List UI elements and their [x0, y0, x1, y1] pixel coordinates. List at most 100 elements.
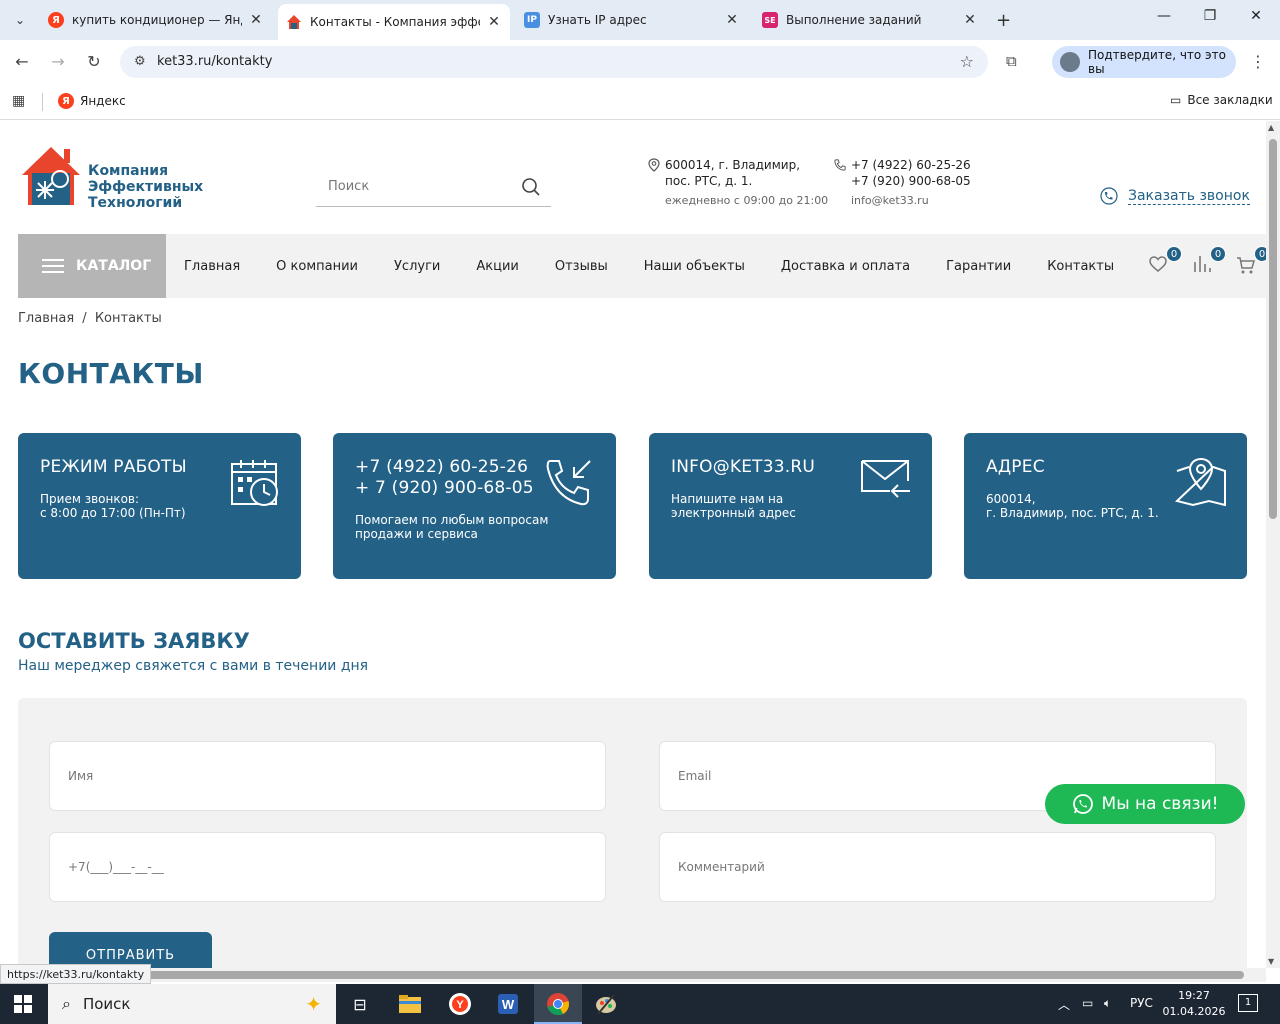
tab-title: Выполнение заданий [786, 13, 922, 27]
forward-arrow-icon[interactable]: → [48, 52, 68, 72]
windows-start-icon[interactable] [14, 995, 32, 1013]
paint-app-icon[interactable] [592, 990, 620, 1018]
bookmark-yandex[interactable]: Я Яндекс [58, 93, 126, 109]
compare-button[interactable]: 0 [1192, 246, 1226, 276]
map-location-icon [1175, 457, 1226, 507]
comment-field-wrap [659, 832, 1216, 902]
search-icon[interactable] [521, 177, 541, 197]
notification-center-icon[interactable]: 1 [1238, 994, 1258, 1012]
menu-item-contacts[interactable]: Контакты [1029, 259, 1132, 274]
phone-link[interactable]: +7 (4922) 60-25-26 [851, 157, 971, 173]
search-icon: ⌕ [62, 994, 71, 1013]
logo-line: Технологий [88, 195, 183, 211]
scroll-down-icon[interactable]: ▼ [1268, 957, 1274, 966]
site-logo[interactable]: Компания Эффективных Технологий [18, 143, 223, 211]
browser-menu-icon[interactable]: ⋮ [1250, 52, 1266, 71]
favorites-button[interactable]: 0 [1148, 246, 1182, 276]
divider [42, 93, 43, 111]
vertical-scrollbar[interactable]: ▲ ▼ [1266, 121, 1280, 968]
menu-item-about[interactable]: О компании [258, 259, 376, 274]
scroll-up-icon[interactable]: ▲ [1268, 123, 1274, 132]
menu-item-reviews[interactable]: Отзывы [537, 259, 626, 274]
menu-item-promo[interactable]: Акции [458, 259, 537, 274]
extensions-puzzle-icon[interactable]: ⧉ [1006, 52, 1017, 70]
breadcrumb-home[interactable]: Главная [18, 311, 74, 326]
reload-icon[interactable]: ↻ [84, 52, 104, 72]
catalog-button[interactable]: КАТАЛОГ [18, 234, 166, 298]
whatsapp-label: Мы на связи! [1101, 794, 1219, 814]
house-icon [286, 14, 302, 30]
page-title: КОНТАКТЫ [18, 357, 204, 390]
network-icon[interactable]: ▭ [1082, 996, 1093, 1010]
whatsapp-button[interactable]: Мы на связи! [1045, 784, 1245, 824]
taskbar-search-label: Поиск [82, 995, 131, 1013]
scroll-thumb[interactable] [1269, 139, 1277, 519]
minimize-icon[interactable]: — [1152, 8, 1176, 24]
all-bookmarks[interactable]: ▭ Все закладки [1170, 93, 1273, 107]
site-info-icon[interactable]: ⚙ [134, 54, 146, 69]
work-hours: ежедневно с 09:00 до 21:00 [665, 194, 829, 207]
tab-search-chevron-icon[interactable]: ⌄ [8, 8, 32, 32]
close-tab-icon[interactable]: ✕ [248, 12, 264, 28]
language-indicator[interactable]: РУС [1130, 996, 1153, 1010]
chrome-icon[interactable] [544, 990, 572, 1018]
url-text[interactable]: ket33.ru/kontakty [157, 54, 272, 69]
tray-chevron-up-icon[interactable]: ︿ [1058, 996, 1070, 1013]
word-icon[interactable]: W [494, 990, 522, 1018]
submit-button[interactable]: ОТПРАВИТЬ [49, 932, 212, 968]
bookmark-star-icon[interactable]: ☆ [960, 52, 974, 71]
close-tab-icon[interactable]: ✕ [486, 14, 502, 30]
menu-item-delivery[interactable]: Доставка и оплата [763, 259, 928, 274]
taskbar-search[interactable]: ⌕ Поиск ✦ [48, 984, 336, 1024]
cart-icon [1237, 257, 1255, 274]
logo-house-icon [22, 147, 80, 205]
back-arrow-icon[interactable]: ← [12, 52, 32, 72]
search-input[interactable] [316, 171, 506, 201]
restore-icon[interactable]: ❐ [1198, 8, 1222, 24]
menu-item-services[interactable]: Услуги [376, 259, 458, 274]
horizontal-scrollbar[interactable] [0, 968, 1266, 982]
status-bar-url: https://ket33.ru/kontakty [0, 964, 152, 984]
volume-icon[interactable]: 🔈︎ [1104, 996, 1111, 1011]
close-tab-icon[interactable]: ✕ [724, 12, 740, 28]
tab-ip[interactable]: IP Узнать IP адрес ✕ [516, 6, 748, 34]
phone-field[interactable] [50, 833, 605, 901]
menu-item-home[interactable]: Главная [166, 259, 258, 274]
name-field[interactable] [50, 742, 605, 810]
comment-field[interactable] [660, 833, 1215, 901]
form-title: ОСТАВИТЬ ЗАЯВКУ [18, 629, 250, 653]
browser-toolbar: ← → ↻ ⚙ ket33.ru/kontakty ☆ ⧉ Подтвердит… [0, 40, 1280, 84]
menu-item-warranty[interactable]: Гарантии [928, 259, 1029, 274]
tab-tasks[interactable]: SE Выполнение заданий ✕ [754, 6, 986, 34]
incoming-call-icon [546, 460, 591, 506]
profile-label: Подтвердите, что это вы [1088, 48, 1226, 76]
address-bar[interactable]: ⚙ ket33.ru/kontakty ☆ [120, 46, 988, 78]
yandex-browser-icon[interactable]: Y [446, 990, 474, 1018]
phone-link[interactable]: +7 (920) 900-68-05 [851, 173, 971, 189]
cart-button[interactable]: 0 [1236, 246, 1266, 276]
card-work-hours: РЕЖИМ РАБОТЫ Прием звонков: с 8:00 до 17… [18, 433, 301, 579]
close-tab-icon[interactable]: ✕ [962, 12, 978, 28]
yandex-icon: Я [58, 93, 74, 109]
scroll-thumb[interactable] [14, 971, 1244, 979]
calendar-clock-icon [231, 460, 278, 506]
email-link[interactable]: info@ket33.ru [851, 193, 971, 209]
profile-button[interactable]: Подтвердите, что это вы [1052, 46, 1236, 78]
tab-contacts[interactable]: Контакты - Компания эффективных технолог… [278, 4, 510, 40]
close-window-icon[interactable]: ✕ [1244, 8, 1268, 24]
logo-line: Эффективных [88, 179, 204, 195]
task-view-icon[interactable]: ⊟ [346, 990, 374, 1018]
apps-grid-icon[interactable]: ▦ [12, 93, 25, 109]
new-tab-plus-icon[interactable]: + [996, 10, 1011, 31]
tab-title: Контакты - Компания эффективных технолог… [310, 15, 480, 29]
callback-button[interactable]: Заказать звонок [1100, 187, 1250, 205]
menu-items: Главная О компании Услуги Акции Отзывы Н… [166, 234, 1132, 298]
taskbar-clock[interactable]: 19:27 01.04.2026 [1162, 988, 1226, 1020]
logo-line: Компания [88, 163, 169, 179]
menu-item-objects[interactable]: Наши объекты [626, 259, 763, 274]
windows-taskbar: ⌕ Поиск ✦ ⊟ Y W ︿ ▭ 🔈︎ РУС 19:27 01.04.2… [0, 984, 1280, 1024]
file-explorer-icon[interactable] [396, 990, 424, 1018]
tab-yandex[interactable]: Я купить кондиционер — Яндекс ✕ [40, 6, 272, 34]
site-search [316, 171, 551, 207]
browser-tab-bar: ⌄ Я купить кондиционер — Яндекс ✕ Контак… [0, 0, 1280, 40]
